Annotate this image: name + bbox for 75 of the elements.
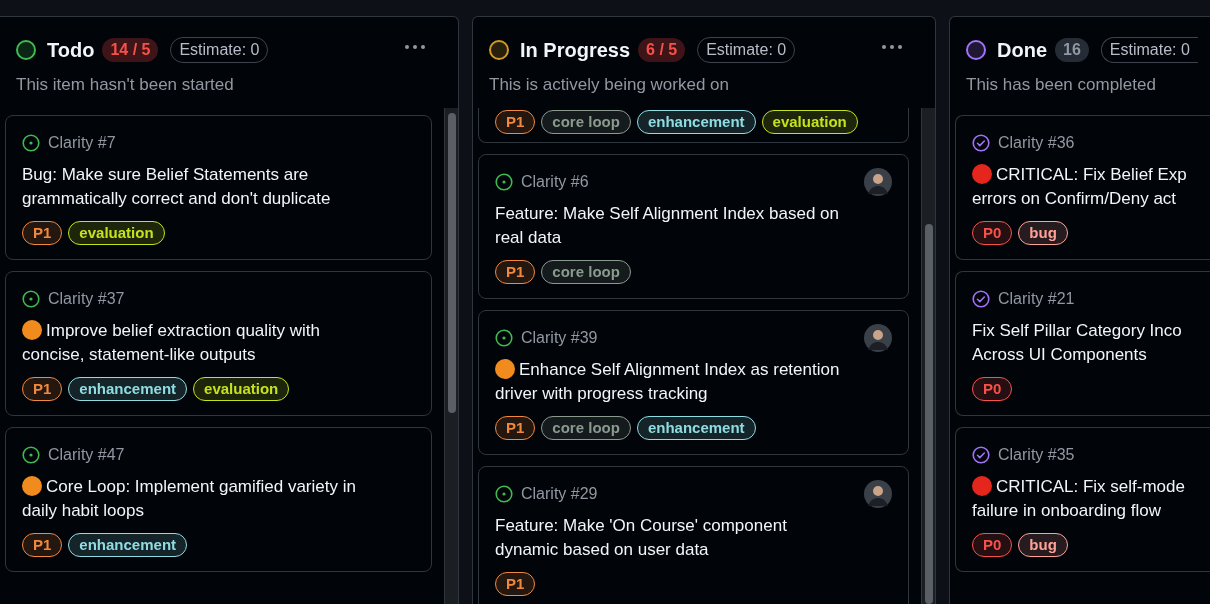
label-tag: enhancement xyxy=(68,532,188,557)
open-issue-icon xyxy=(495,172,513,191)
issue-reference[interactable]: Clarity #36 xyxy=(998,130,1075,155)
issue-card[interactable]: Clarity #29 Feature: Make 'On Course' component dynamic based on user data P1 xyxy=(478,465,909,604)
issue-title[interactable]: Fix Self Pillar Category Inco Across UI Components xyxy=(972,318,1194,367)
label-tag: core loop xyxy=(541,415,631,440)
open-issue-icon xyxy=(22,445,40,464)
label-tag: core loop xyxy=(541,259,631,284)
issue-reference[interactable]: Clarity #21 xyxy=(998,286,1075,311)
issue-reference[interactable]: Clarity #6 xyxy=(521,169,589,194)
column-description: This is actively being worked on xyxy=(489,74,730,96)
label-tag: P1 xyxy=(22,376,63,401)
issue-title[interactable]: Feature: Make Self Alignment Index based on real data xyxy=(495,201,892,250)
column-title: In Progress xyxy=(520,38,631,63)
label-tag: core loop xyxy=(541,109,631,134)
issue-card[interactable]: Clarity #7 Bug: Make sure Belief Statements are grammatically correct and don't duplicate P1 evaluation xyxy=(5,114,432,260)
avatar xyxy=(864,479,892,508)
issue-reference[interactable]: Clarity #47 xyxy=(48,442,125,467)
open-issue-icon xyxy=(22,289,40,308)
completed-check-icon xyxy=(972,445,990,464)
issue-title[interactable]: CRITICAL: Fix Belief Exp errors on Confirm/Deny act xyxy=(972,162,1194,211)
issue-card[interactable]: P1 core loop enhancement evaluation xyxy=(478,107,909,143)
label-tag: enhancement xyxy=(636,415,756,440)
label-tag: P1 xyxy=(495,415,536,440)
issue-title[interactable]: Improve belief extraction quality with concise, statement-like outputs xyxy=(22,318,415,367)
completed-check-icon xyxy=(972,133,990,152)
label-tag: bug xyxy=(1018,220,1068,245)
label-tag: P0 xyxy=(972,376,1013,401)
label-tag: evaluation xyxy=(193,376,290,401)
issue-title[interactable]: Feature: Make 'On Course' component dynamic based on user data xyxy=(495,513,892,562)
open-issue-icon xyxy=(22,133,40,152)
issue-title[interactable]: CRITICAL: Fix self-mode failure in onboarding flow xyxy=(972,474,1194,523)
issue-reference[interactable]: Clarity #29 xyxy=(521,481,598,506)
completed-check-icon xyxy=(972,289,990,308)
issue-reference[interactable]: Clarity #39 xyxy=(521,325,598,350)
label-tag: evaluation xyxy=(761,109,858,134)
label-tag: P1 xyxy=(22,220,63,245)
item-count: 16 xyxy=(1055,38,1089,62)
issue-reference[interactable]: Clarity #7 xyxy=(48,130,116,155)
label-tag: P1 xyxy=(495,571,536,596)
item-count: 14 / 5 xyxy=(102,38,159,62)
scrollbar[interactable] xyxy=(921,107,935,604)
column-title: Done xyxy=(997,38,1047,63)
label-tag: P0 xyxy=(972,532,1013,557)
issue-card[interactable]: Clarity #36 CRITICAL: Fix Belief Exp errors on Confirm/Deny act P0 bug xyxy=(955,114,1210,260)
label-tag: bug xyxy=(1018,532,1068,557)
label-tag: enhancement xyxy=(68,376,188,401)
item-count: 6 / 5 xyxy=(638,38,686,62)
issue-title[interactable]: Bug: Make sure Belief Statements are grammatically correct and don't duplicate xyxy=(22,162,415,211)
label-tag: P1 xyxy=(495,109,536,134)
avatar xyxy=(864,323,892,352)
open-issue-icon xyxy=(495,484,513,503)
issue-title[interactable]: Core Loop: Implement gamified variety in daily habit loops xyxy=(22,474,415,523)
more-options-icon[interactable] xyxy=(404,44,426,50)
open-issue-icon xyxy=(495,328,513,347)
label-tag: P0 xyxy=(972,220,1013,245)
issue-card[interactable]: Clarity #21 Fix Self Pillar Category Inco Across UI Components P0 xyxy=(955,270,1210,416)
label-tag: P1 xyxy=(22,532,63,557)
column-description: This has been completed xyxy=(966,74,1157,96)
issue-card[interactable]: Clarity #47 Core Loop: Implement gamified variety in daily habit loops P1 enhancement xyxy=(5,426,432,572)
scrollbar[interactable] xyxy=(444,107,458,604)
column-title: Todo xyxy=(47,38,95,63)
issue-reference[interactable]: Clarity #37 xyxy=(48,286,125,311)
label-tag: enhancement xyxy=(636,109,756,134)
issue-card[interactable]: Clarity #35 CRITICAL: Fix self-mode failure in onboarding flow P0 bug xyxy=(955,426,1210,572)
column-description: This item hasn't been started xyxy=(16,74,235,96)
issue-reference[interactable]: Clarity #35 xyxy=(998,442,1075,467)
avatar xyxy=(864,167,892,196)
more-options-icon[interactable] xyxy=(881,44,903,50)
issue-card[interactable]: Clarity #39 Enhance Self Alignment Index as retention driver with progress tracking P1 core loop enhancement xyxy=(478,309,909,455)
label-tag: P1 xyxy=(495,259,536,284)
issue-card[interactable]: Clarity #37 Improve belief extraction quality with concise, statement-like outputs P1 enhancement evaluation xyxy=(5,270,432,416)
issue-card[interactable]: Clarity #6 Feature: Make Self Alignment Index based on real data P1 core loop xyxy=(478,153,909,299)
label-tag: evaluation xyxy=(68,220,165,245)
issue-title[interactable]: Enhance Self Alignment Index as retention driver with progress tracking xyxy=(495,357,892,406)
